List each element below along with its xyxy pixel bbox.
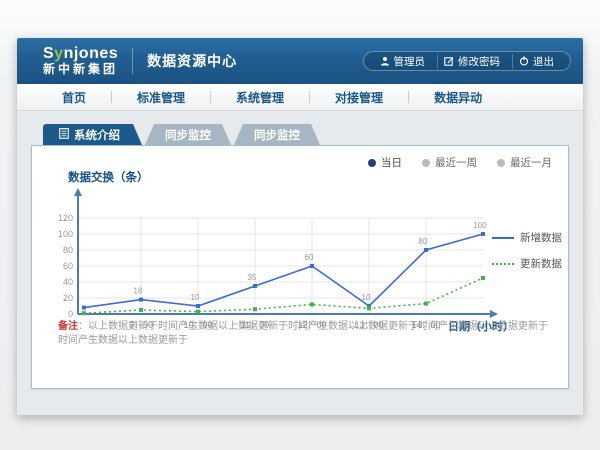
power-icon — [519, 56, 529, 66]
admin-user-button[interactable]: 管理员 — [374, 54, 432, 69]
radio-today[interactable]: 当日 — [368, 155, 402, 170]
chart-legend: 新增数据 更新数据 — [492, 230, 562, 271]
tab-bar: 系统介绍 同步监控 同步监控 — [43, 124, 569, 145]
period-radio-group: 当日 最近一周 最近一月 — [368, 155, 552, 170]
svg-text:80: 80 — [63, 245, 73, 255]
radio-last-week[interactable]: 最近一周 — [422, 155, 477, 170]
svg-text:120: 120 — [58, 213, 73, 223]
nav-item-data-change[interactable]: 数据异动 — [409, 89, 507, 106]
legend-item-new-data: 新增数据 — [492, 230, 562, 245]
radio-dot — [497, 159, 505, 167]
svg-text:100: 100 — [58, 229, 73, 239]
edit-icon — [444, 56, 454, 66]
user-menu: 管理员 修改密码 退出 — [363, 51, 572, 71]
svg-text:20: 20 — [63, 293, 73, 303]
logo-text-cn: 新中新集团 — [43, 63, 118, 76]
svg-text:60: 60 — [63, 261, 73, 271]
tab-sync-monitor-1[interactable]: 同步监控 — [145, 124, 231, 145]
nav-item-system-mgmt[interactable]: 系统管理 — [211, 89, 309, 106]
note-label: 备注 — [58, 321, 78, 332]
nav-item-standard-mgmt[interactable]: 标准管理 — [112, 89, 210, 106]
svg-text:60: 60 — [305, 253, 314, 262]
svg-text:100: 100 — [473, 221, 487, 230]
content-area: 系统介绍 同步监控 同步监控 当日 最近一周 — [17, 111, 583, 415]
page-title: 数据资源中心 — [147, 51, 237, 71]
user-icon — [380, 56, 390, 66]
logout-button[interactable]: 退出 — [512, 54, 560, 69]
radio-dot — [422, 159, 430, 167]
company-logo: Synjones 新中新集团 — [43, 46, 118, 75]
svg-text:10: 10 — [362, 293, 371, 302]
logo-text-en: Synjones — [43, 46, 118, 63]
document-icon — [59, 128, 69, 142]
footer-note: 备注：以上数据更新于时间产生数据以上数据更新于时间产生数据以上数据更新于时间产生… — [58, 320, 552, 348]
tab-sync-monitor-2[interactable]: 同步监控 — [234, 124, 320, 145]
line-chart: 9：0010：0011：0012：0013：0014：0002040608010… — [42, 184, 516, 336]
nav-item-connect-mgmt[interactable]: 对接管理 — [310, 89, 408, 106]
radio-last-month[interactable]: 最近一月 — [497, 155, 552, 170]
svg-text:18: 18 — [134, 287, 143, 296]
radio-dot — [368, 159, 376, 167]
change-password-button[interactable]: 修改密码 — [437, 54, 506, 69]
tab-system-intro[interactable]: 系统介绍 — [43, 124, 142, 145]
y-axis-title: 数据交换（条） — [68, 169, 149, 185]
svg-text:10: 10 — [191, 293, 200, 302]
header: Synjones 新中新集团 数据资源中心 管理员 修改密码 — [17, 38, 583, 84]
nav-item-home[interactable]: 首页 — [37, 89, 111, 106]
main-nav: 首页 标准管理 系统管理 对接管理 数据异动 — [17, 84, 583, 111]
svg-text:0: 0 — [68, 309, 73, 319]
app-window: Synjones 新中新集团 数据资源中心 管理员 修改密码 — [17, 38, 583, 415]
svg-text:40: 40 — [63, 277, 73, 287]
chart-panel: 当日 最近一周 最近一月 数据交换（条） 9：0010：0011：0012：00… — [31, 145, 569, 389]
note-text: ：以上数据更新于时间产生数据以上数据更新于时间产生数据以上数据更新于时间产生数据… — [58, 321, 548, 346]
dotted-line-icon — [492, 263, 514, 265]
svg-text:35: 35 — [248, 273, 257, 282]
logo-accent: y — [54, 45, 63, 62]
svg-text:80: 80 — [419, 237, 428, 246]
header-divider — [132, 48, 133, 74]
solid-line-icon — [492, 237, 514, 239]
legend-item-updated-data: 更新数据 — [492, 256, 562, 271]
